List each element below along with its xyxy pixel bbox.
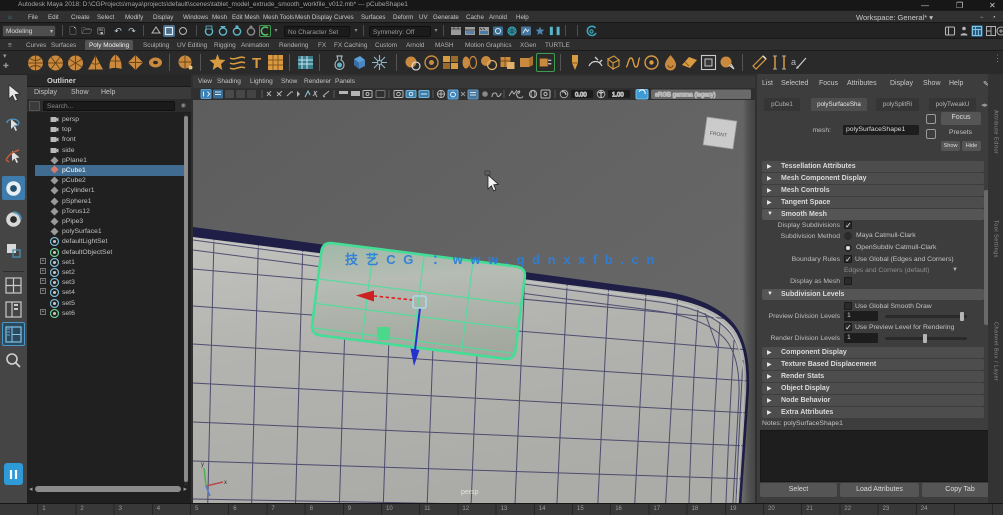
svg-text:y: y — [201, 462, 204, 468]
svg-text:T: T — [252, 55, 261, 72]
svg-text:技艺CG ：www.qdnxxfb.cn: 技艺CG ：www.qdnxxfb.cn — [345, 252, 662, 267]
svg-text:x: x — [224, 480, 227, 486]
svg-text:1.00: 1.00 — [612, 93, 624, 99]
svg-text:sRGB gamma (legacy): sRGB gamma (legacy) — [655, 93, 716, 99]
svg-text:persp: persp — [461, 489, 479, 496]
svg-text:a: a — [791, 57, 796, 67]
svg-text:0.00: 0.00 — [575, 93, 587, 99]
